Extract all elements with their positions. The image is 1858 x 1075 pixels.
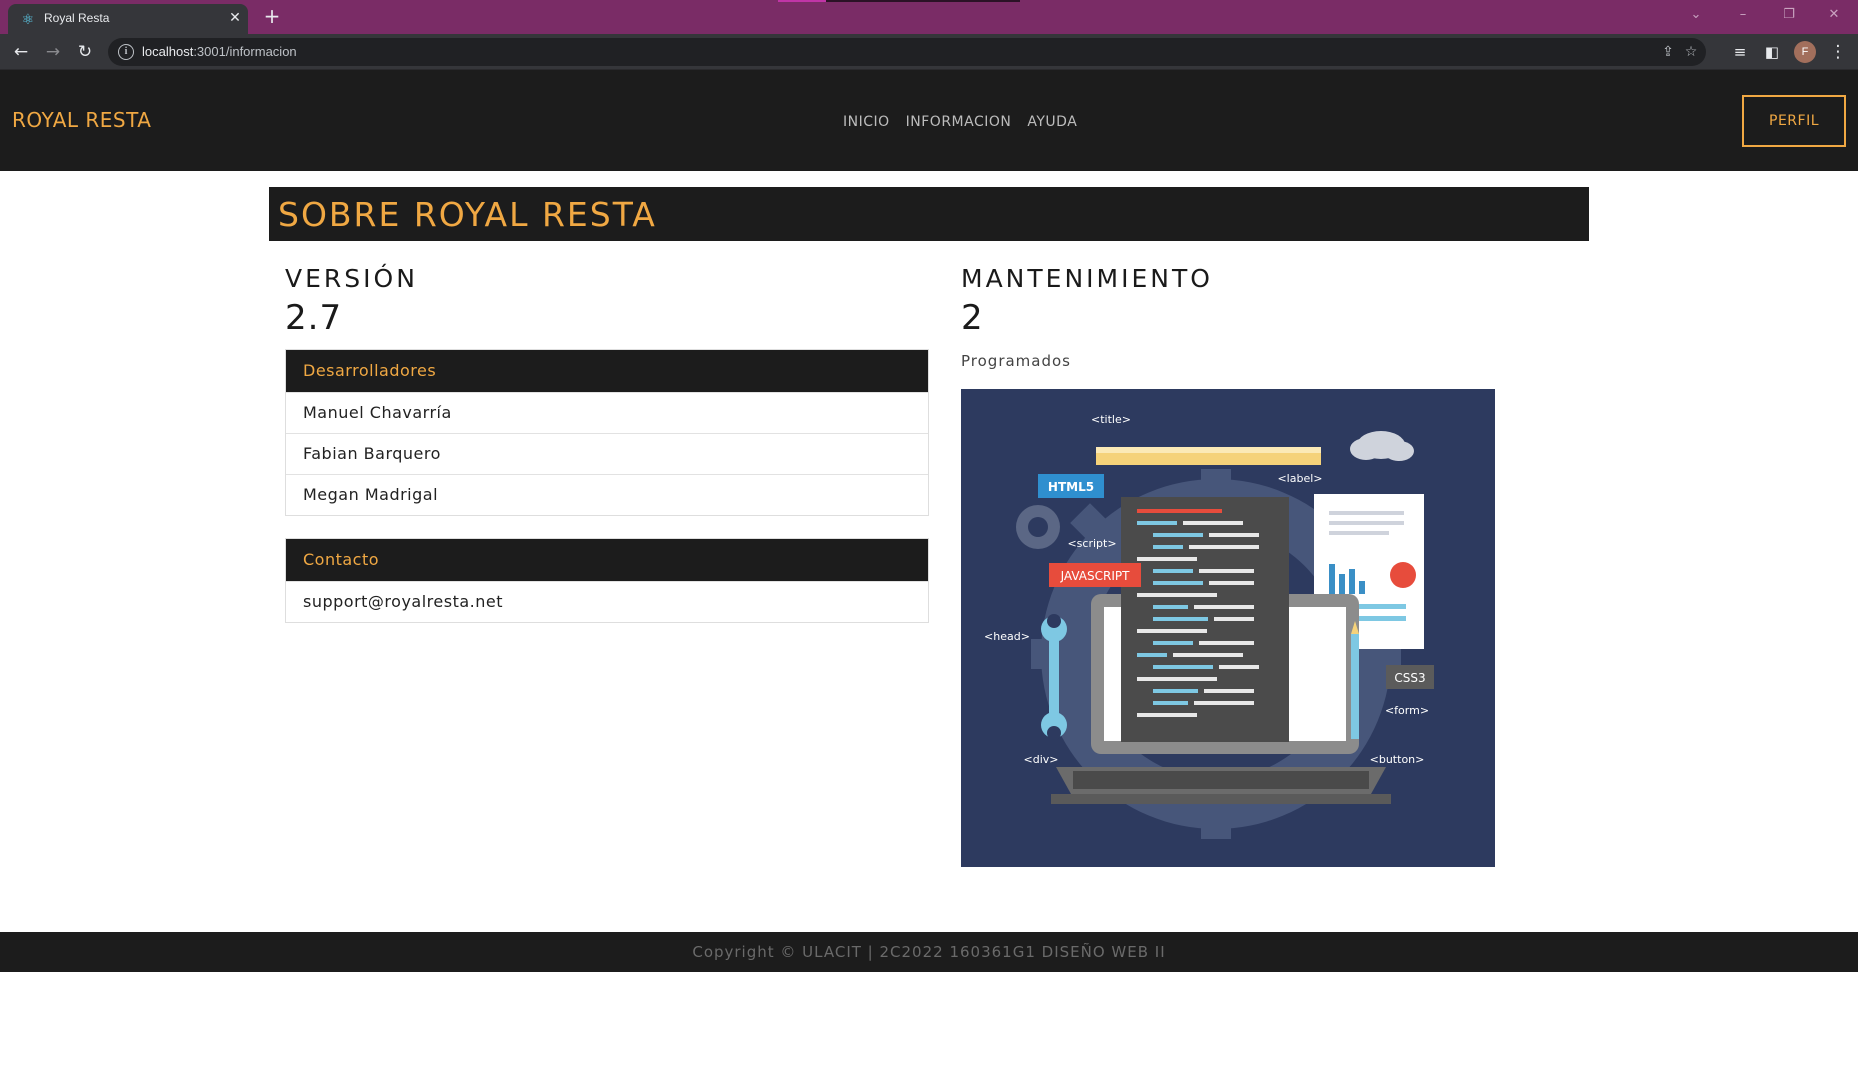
browser-toolbar: ← → ↻ i localhost:3001/informacion ⇪ ☆ ≡… [0, 34, 1858, 70]
maintenance-value: 2 [961, 298, 984, 338]
contact-heading: Contacto [286, 539, 928, 581]
illustration-tag: <title> [1091, 413, 1131, 426]
developers-heading: Desarrolladores [286, 350, 928, 392]
nav-link-informacion[interactable]: INFORMACION [906, 114, 1012, 130]
tab-title: Royal Resta [44, 11, 110, 25]
illustration-tag: <label> [1277, 472, 1322, 485]
illustration-tag: <script> [1067, 537, 1116, 550]
url-path: :3001/informacion [193, 44, 297, 59]
css3-badge: CSS3 [1386, 665, 1434, 689]
reading-list-icon[interactable]: ≡ [1728, 40, 1752, 64]
nav-link-ayuda[interactable]: AYUDA [1027, 114, 1077, 130]
contact-email[interactable]: support@royalresta.net [286, 581, 928, 622]
version-heading: VERSIÓN [285, 264, 418, 293]
pencil-icon [1351, 621, 1359, 739]
cloud-icon [1350, 431, 1414, 461]
list-item: Manuel Chavarría [286, 392, 928, 433]
site-navbar: ROYAL RESTA INICIO INFORMACION AYUDA PER… [0, 70, 1858, 171]
small-gear-icon [1016, 505, 1060, 549]
page-title: SOBRE ROYAL RESTA [278, 195, 657, 234]
illustration-svg: HTML5 JAVASCRIPT CSS3 <title> <label> <s… [984, 413, 1434, 839]
ruler-icon [1096, 447, 1321, 465]
contact-card: Contacto support@royalresta.net [285, 538, 929, 623]
illustration-tag: HTML5 [1048, 480, 1094, 494]
reload-icon[interactable]: ↻ [73, 40, 97, 64]
javascript-badge: JAVASCRIPT [1049, 563, 1141, 587]
share-icon[interactable]: ⇪ [1658, 42, 1678, 62]
illustration-tag: <form> [1385, 704, 1429, 717]
illustration-tag: JAVASCRIPT [1060, 569, 1131, 583]
illustration-tag: <button> [1370, 753, 1425, 766]
site-footer: Copyright © ULACIT | 2C2022 160361G1 DIS… [0, 932, 1858, 972]
back-arrow-icon[interactable]: ← [9, 40, 33, 64]
list-item: Fabian Barquero [286, 433, 928, 474]
minimize-icon[interactable]: – [1733, 5, 1753, 25]
browser-tab[interactable]: ⚛ Royal Resta ✕ [8, 4, 248, 34]
site-info-icon[interactable]: i [118, 44, 134, 60]
code-panel [1121, 497, 1289, 742]
footer-copyright: Copyright © ULACIT | 2C2022 160361G1 DIS… [692, 943, 1166, 961]
brand-logo[interactable]: ROYAL RESTA [12, 108, 151, 132]
nav-link-inicio[interactable]: INICIO [843, 114, 890, 130]
browser-tabstrip: ⚛ Royal Resta ✕ + ⌄ – ❐ ✕ [0, 0, 1858, 34]
url-text[interactable]: localhost:3001/informacion [142, 44, 297, 59]
html5-badge: HTML5 [1038, 474, 1104, 498]
developers-card: Desarrolladores Manuel Chavarría Fabian … [285, 349, 929, 516]
page-title-bar: SOBRE ROYAL RESTA [269, 187, 1589, 241]
list-item: Megan Madrigal [286, 474, 928, 515]
menu-kebab-icon[interactable]: ⋮ [1826, 40, 1850, 64]
new-tab-icon[interactable]: + [260, 5, 284, 29]
side-panel-icon[interactable]: ◧ [1760, 40, 1784, 64]
maintenance-caption: Programados [961, 352, 1071, 370]
web-development-illustration: HTML5 JAVASCRIPT CSS3 <title> <label> <s… [961, 389, 1495, 867]
profile-avatar[interactable]: F [1794, 41, 1816, 63]
url-host: localhost [142, 44, 194, 59]
version-value: 2.7 [285, 298, 343, 338]
address-bar[interactable]: i localhost:3001/informacion ⇪ ☆ [108, 38, 1706, 66]
tabstrip-accent-highlight [778, 0, 826, 2]
bookmark-star-icon[interactable]: ☆ [1681, 42, 1701, 62]
nav-links: INICIO INFORMACION AYUDA [843, 114, 1077, 130]
react-atom-icon: ⚛ [21, 12, 35, 28]
close-tab-icon[interactable]: ✕ [226, 9, 244, 27]
perfil-button[interactable]: PERFIL [1742, 95, 1846, 147]
illustration-tag: <head> [984, 630, 1030, 643]
restore-icon[interactable]: ❐ [1779, 5, 1799, 25]
illustration-tag: <div> [1024, 753, 1059, 766]
forward-arrow-icon[interactable]: → [41, 40, 65, 64]
close-window-icon[interactable]: ✕ [1824, 5, 1844, 25]
tab-search-icon[interactable]: ⌄ [1686, 5, 1706, 25]
maintenance-heading: MANTENIMIENTO [961, 264, 1213, 293]
illustration-tag: CSS3 [1394, 671, 1425, 685]
